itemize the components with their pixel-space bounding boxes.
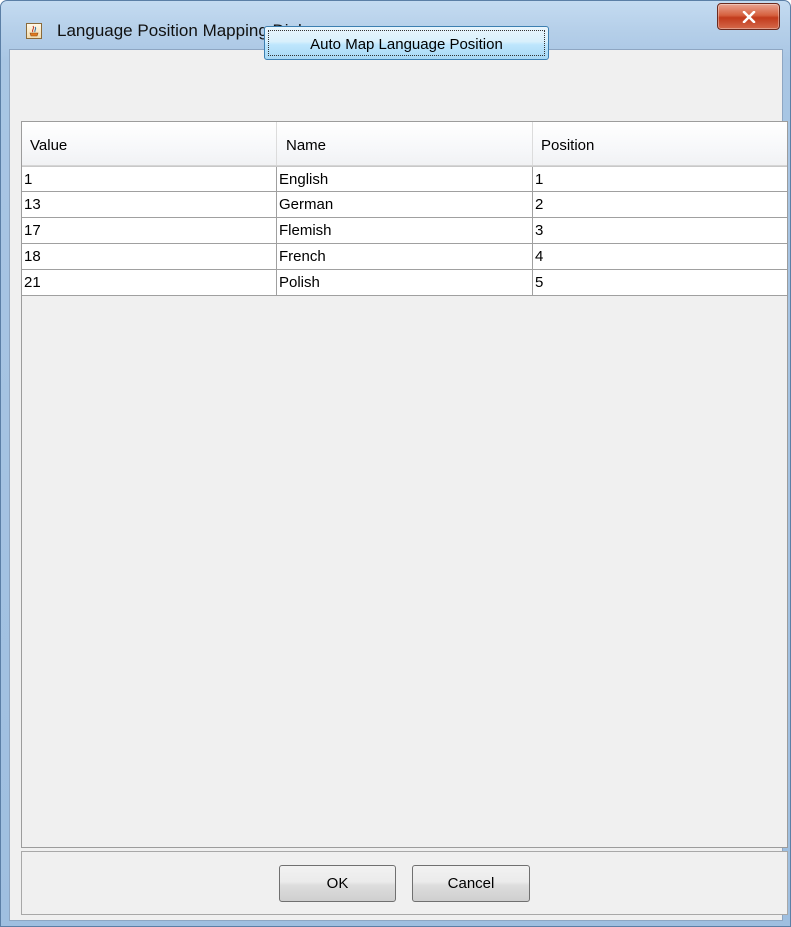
- table-row[interactable]: 17 Flemish 3: [22, 218, 787, 244]
- cell-position[interactable]: 5: [533, 270, 787, 295]
- ok-button[interactable]: OK: [279, 865, 396, 902]
- cell-value[interactable]: 1: [22, 167, 277, 192]
- cell-name[interactable]: French: [277, 244, 533, 269]
- cell-name[interactable]: English: [277, 167, 533, 192]
- cell-value[interactable]: 21: [22, 270, 277, 295]
- table-body: 1 English 1 13 German 2 17 Flemish 3 18 …: [22, 166, 787, 296]
- cell-value[interactable]: 17: [22, 218, 277, 243]
- cell-name[interactable]: German: [277, 192, 533, 217]
- table-row[interactable]: 18 French 4: [22, 244, 787, 270]
- dialog-window: Language Position Mapping Dialog Auto Ma…: [0, 0, 791, 927]
- cell-value[interactable]: 18: [22, 244, 277, 269]
- cancel-button[interactable]: Cancel: [412, 865, 530, 902]
- cell-position[interactable]: 4: [533, 244, 787, 269]
- cell-name[interactable]: Flemish: [277, 218, 533, 243]
- table-header: Value Name Position: [22, 122, 787, 166]
- toolbar-panel: Auto Map Language Position: [14, 18, 782, 68]
- mapping-table: Value Name Position 1 English 1 13 Germa…: [21, 121, 788, 848]
- button-panel: OK Cancel: [21, 851, 788, 915]
- cell-position[interactable]: 2: [533, 192, 787, 217]
- cell-value[interactable]: 13: [22, 192, 277, 217]
- table-row[interactable]: 21 Polish 5: [22, 270, 787, 296]
- cell-position[interactable]: 1: [533, 167, 787, 192]
- table-row[interactable]: 13 German 2: [22, 192, 787, 218]
- table-row[interactable]: 1 English 1: [22, 166, 787, 192]
- column-header-name[interactable]: Name: [277, 122, 533, 165]
- auto-map-button[interactable]: Auto Map Language Position: [264, 26, 549, 60]
- auto-map-label: Auto Map Language Position: [310, 35, 503, 53]
- cell-name[interactable]: Polish: [277, 270, 533, 295]
- cell-position[interactable]: 3: [533, 218, 787, 243]
- column-header-value[interactable]: Value: [22, 122, 277, 165]
- column-header-position[interactable]: Position: [533, 122, 787, 165]
